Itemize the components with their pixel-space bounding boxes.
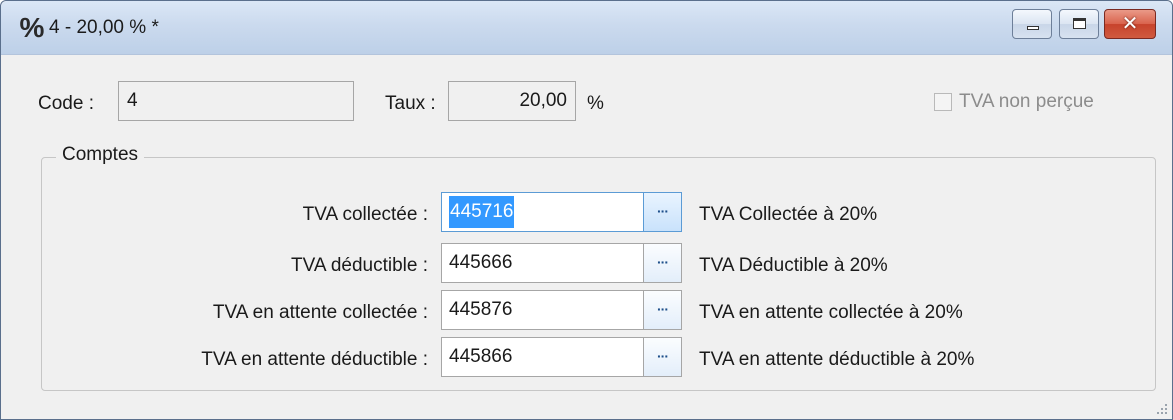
tva-attente-deductible-browse-button[interactable]: ··· xyxy=(643,337,682,377)
tva-deductible-description: TVA Déductible à 20% xyxy=(699,255,888,276)
taux-label: Taux : xyxy=(385,93,436,114)
taux-unit: % xyxy=(587,93,604,114)
close-icon: ✕ xyxy=(1121,13,1139,35)
taux-field[interactable]: 20,00 xyxy=(448,81,576,121)
tva-attente-deductible-description: TVA en attente déductible à 20% xyxy=(699,349,975,370)
percent-icon: % xyxy=(19,12,45,43)
tva-attente-deductible-label: TVA en attente déductible : xyxy=(201,349,428,370)
resize-grip-icon[interactable] xyxy=(1156,403,1168,415)
minimize-button[interactable] xyxy=(1012,9,1052,39)
tva-deductible-account-input[interactable]: 445666 xyxy=(441,243,644,283)
title-bar[interactable]: % 4 - 20,00 % * ✕ xyxy=(1,1,1172,55)
maximize-icon xyxy=(1073,18,1086,29)
tva-non-percue-label: TVA non perçue xyxy=(959,91,1094,112)
code-field[interactable]: 4 xyxy=(118,81,354,121)
comptes-legend: Comptes xyxy=(56,144,145,166)
tva-attente-collectee-browse-button[interactable]: ··· xyxy=(643,290,682,330)
tva-collectee-browse-button[interactable]: ··· xyxy=(643,192,682,232)
tva-collectee-description: TVA Collectée à 20% xyxy=(699,204,878,225)
maximize-button[interactable] xyxy=(1059,9,1099,39)
tva-attente-deductible-account-input[interactable]: 445866 xyxy=(441,337,644,377)
tva-collectee-account-value: 445716 xyxy=(449,196,515,228)
checkbox-box[interactable] xyxy=(934,93,952,111)
tax-rate-window: % 4 - 20,00 % * ✕ Code : 4 Taux : 20,00 … xyxy=(0,0,1173,420)
tva-deductible-browse-button[interactable]: ··· xyxy=(643,243,682,283)
tva-attente-collectee-description: TVA en attente collectée à 20% xyxy=(699,302,963,323)
tva-deductible-label: TVA déductible : xyxy=(291,255,428,276)
tva-attente-collectee-label: TVA en attente collectée : xyxy=(212,302,428,323)
code-label: Code : xyxy=(38,93,94,114)
tva-attente-collectee-account-input[interactable]: 445876 xyxy=(441,290,644,330)
tva-collectee-label: TVA collectée : xyxy=(302,204,428,225)
window-title: 4 - 20,00 % * xyxy=(49,17,159,38)
tva-collectee-account-input[interactable]: 445716 xyxy=(441,192,644,232)
minimize-icon xyxy=(1027,26,1039,30)
close-button[interactable]: ✕ xyxy=(1104,9,1156,39)
